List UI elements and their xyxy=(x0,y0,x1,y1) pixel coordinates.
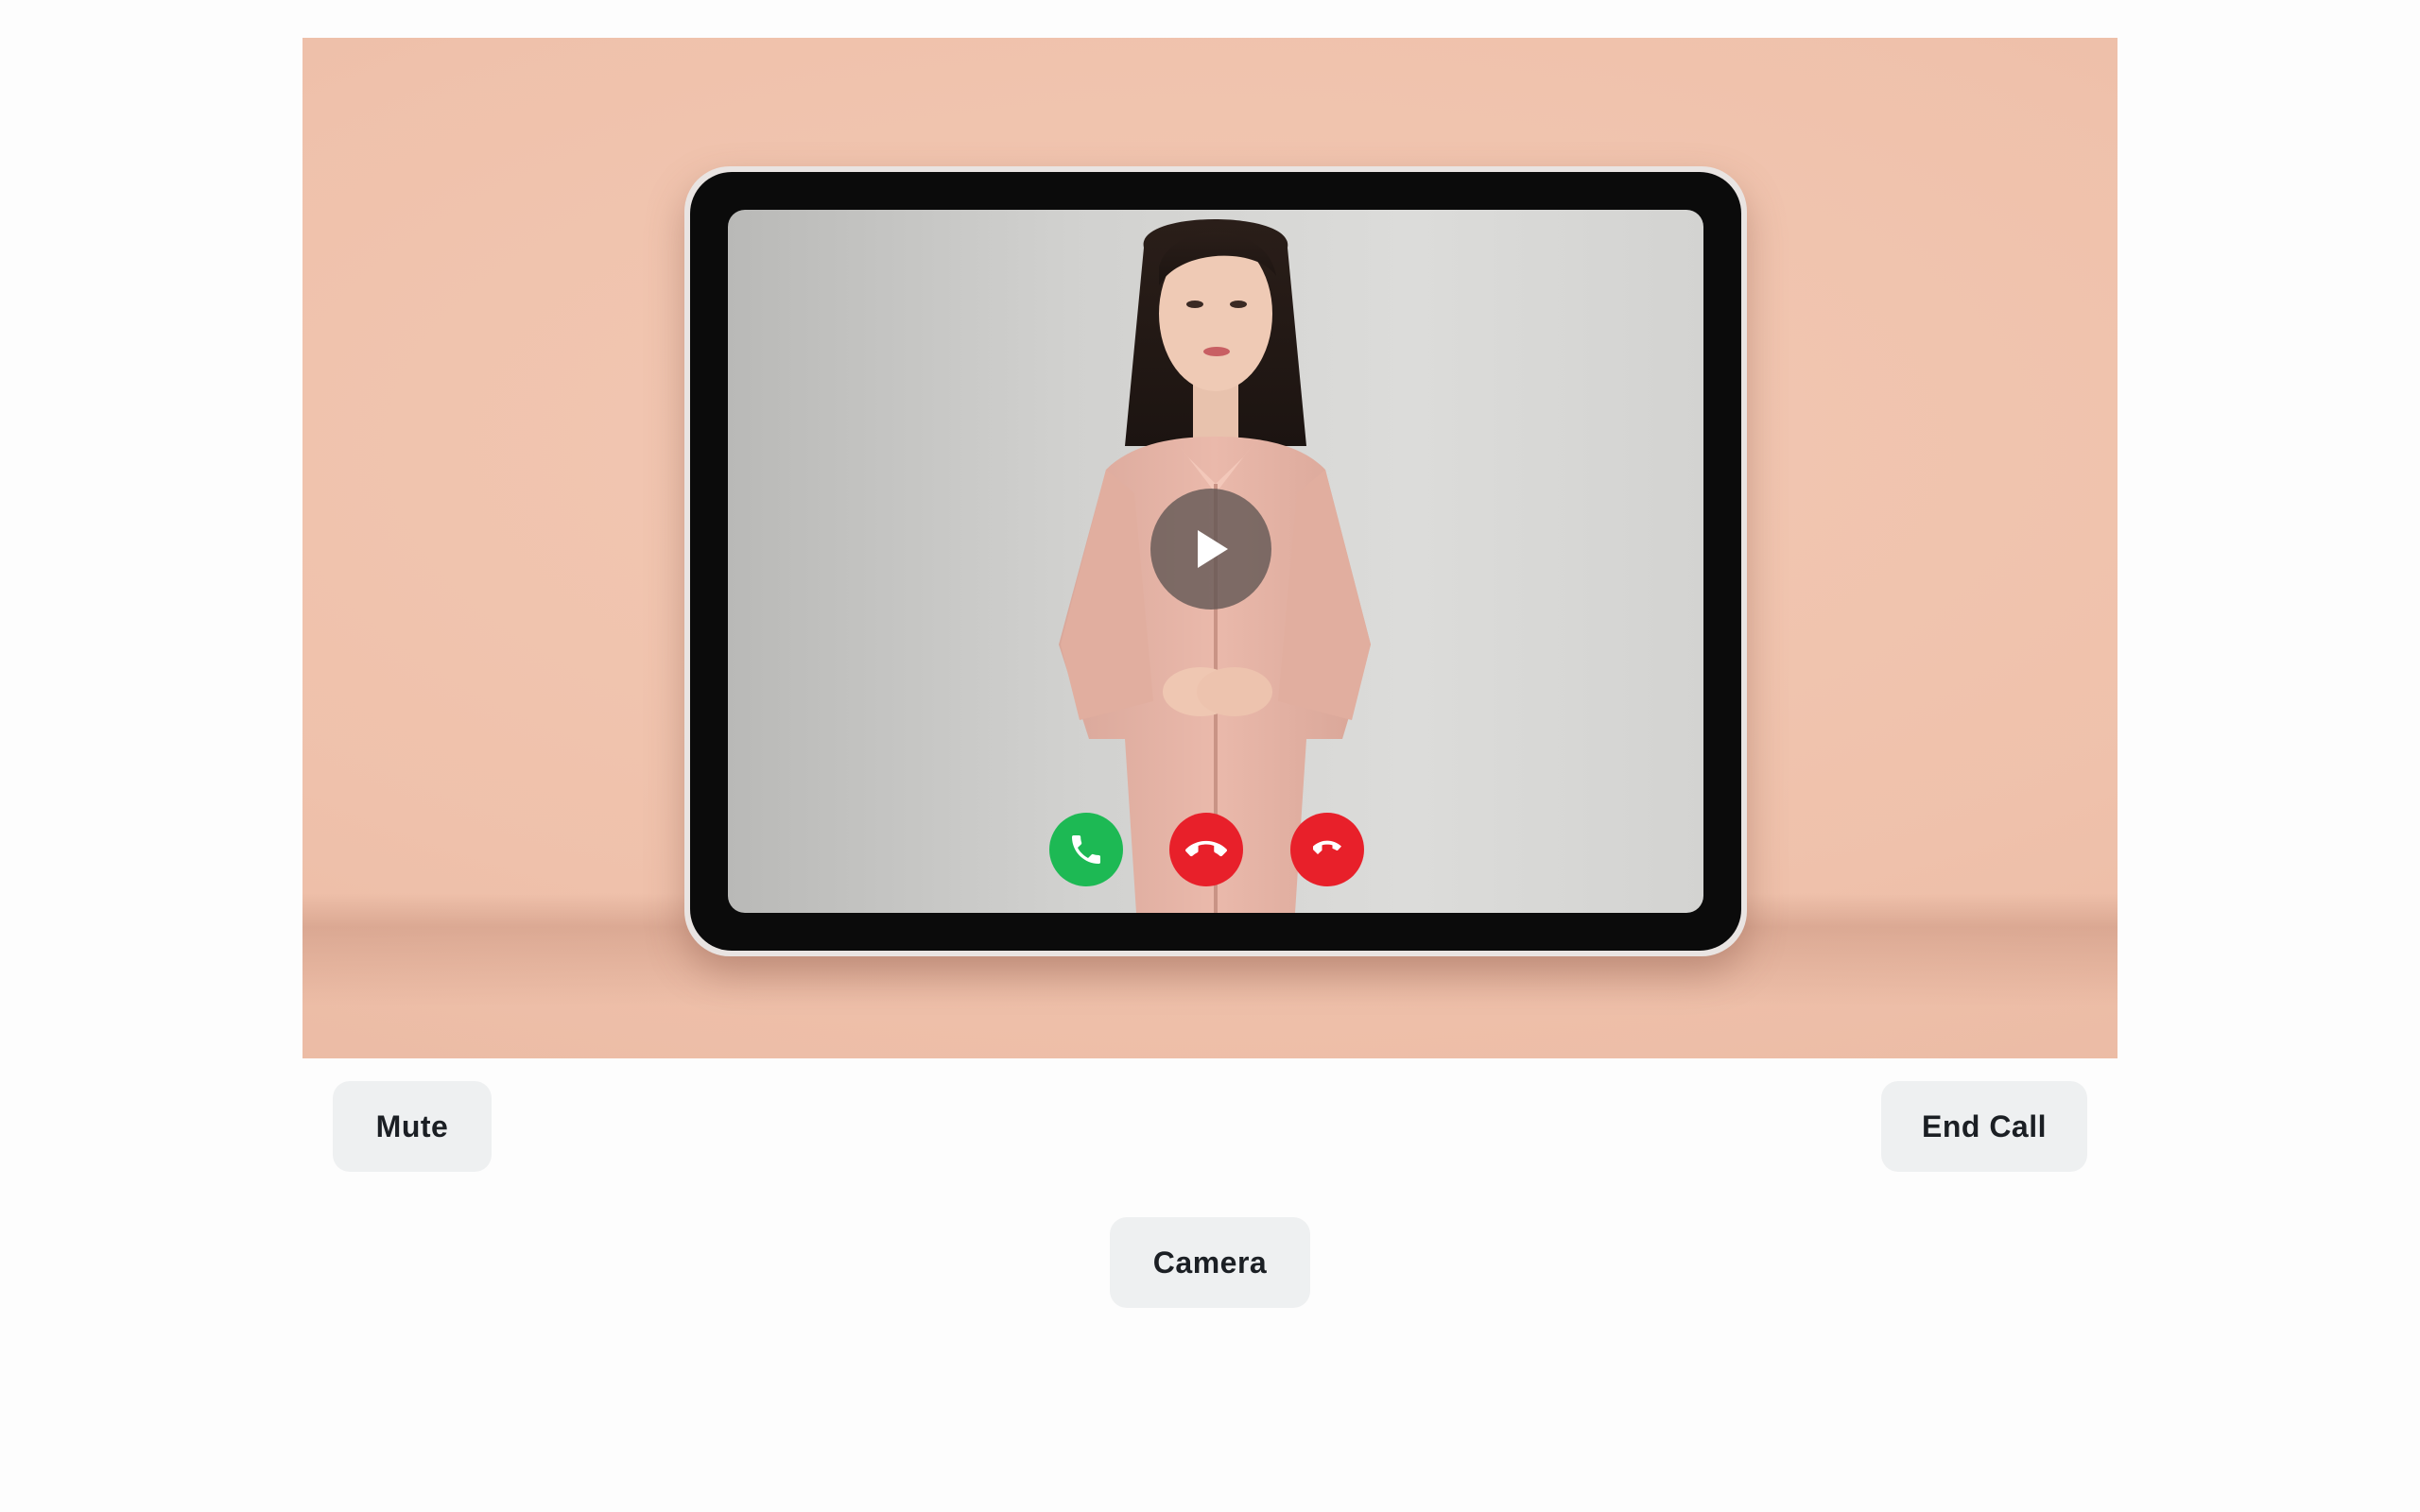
end-call-button[interactable]: End Call xyxy=(1881,1081,2087,1172)
page: Mute End Call Camera xyxy=(0,0,2420,1512)
play-icon xyxy=(1198,530,1228,568)
camera-button[interactable]: Camera xyxy=(1110,1217,1310,1308)
mute-button[interactable]: Mute xyxy=(333,1081,492,1172)
decline-call-icon[interactable] xyxy=(1290,813,1364,886)
accept-call-icon[interactable] xyxy=(1049,813,1123,886)
play-button[interactable] xyxy=(1150,489,1271,610)
end-call-icon[interactable] xyxy=(1169,813,1243,886)
